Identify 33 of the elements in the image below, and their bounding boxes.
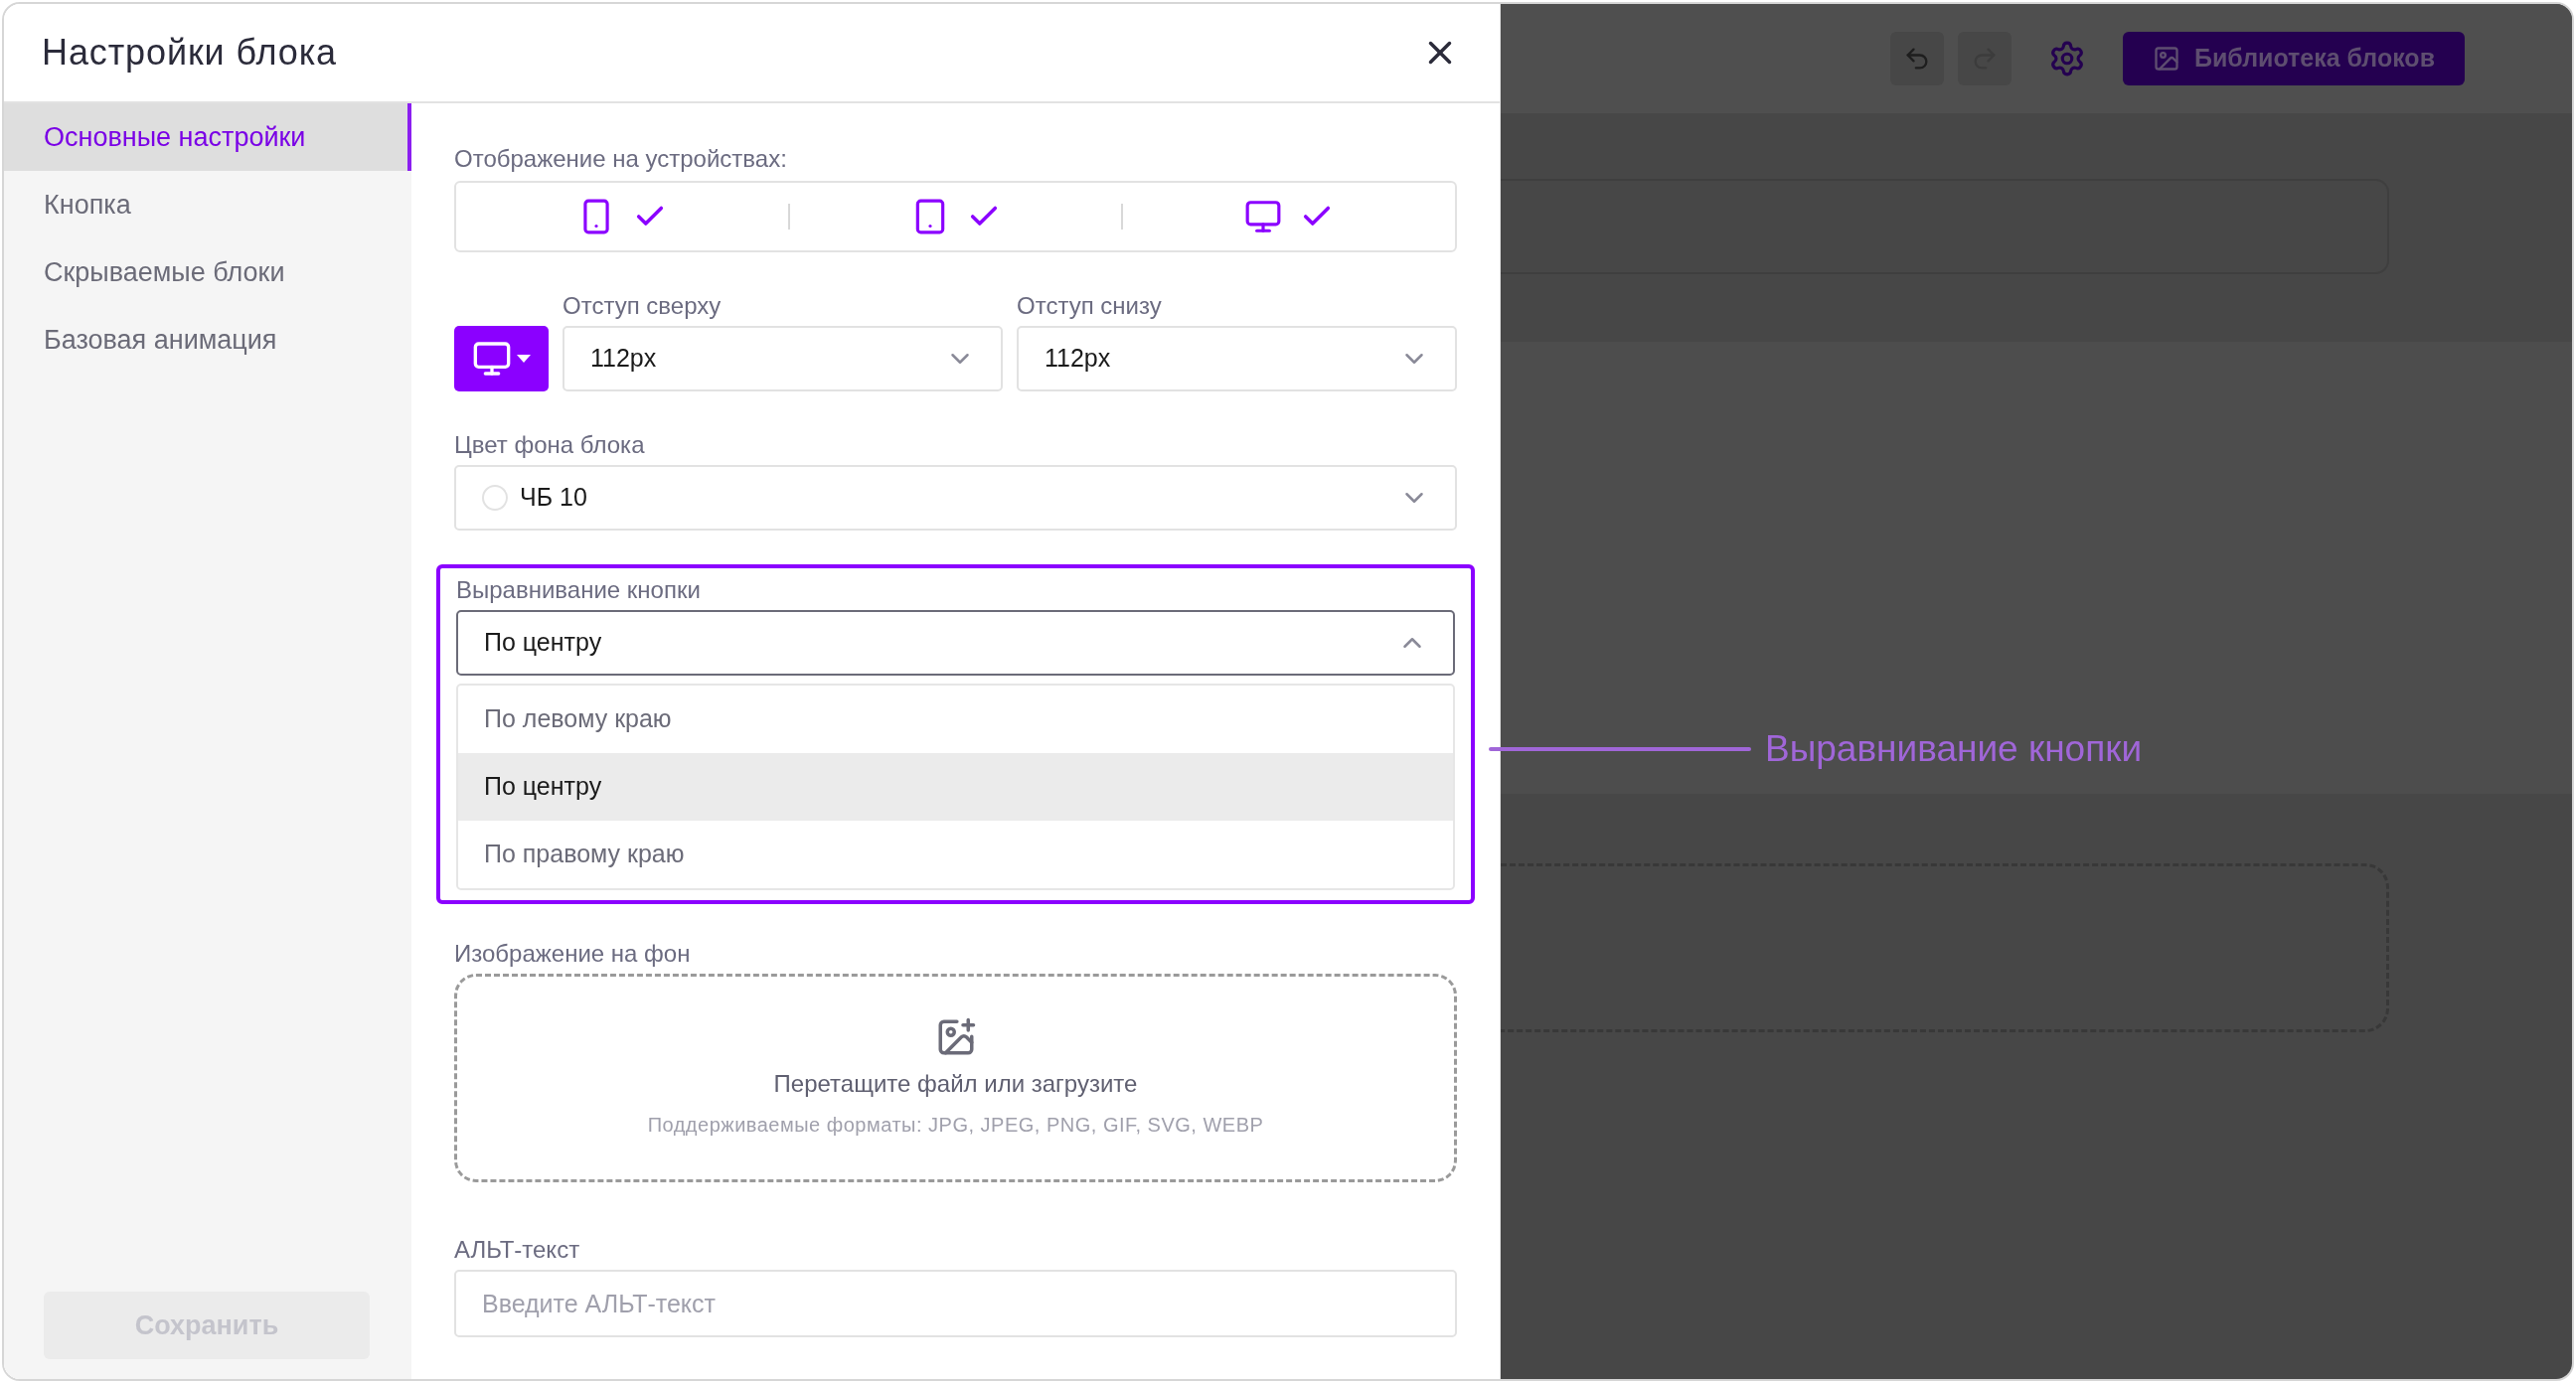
select-value: ЧБ 10 <box>520 482 587 514</box>
monitor-icon <box>471 339 512 379</box>
upload-dropzone[interactable]: Перетащите файл или загрузите Поддерживаемые форматы: JPG, JPEG, PNG, GIF, SVG, WEBP <box>454 974 1457 1182</box>
padding-select[interactable]: 112px <box>563 326 1003 391</box>
dropdown-option[interactable]: По левому краю <box>458 686 1453 753</box>
sidebar-item[interactable]: Кнопка <box>4 171 411 238</box>
panel-title: Настройки блока <box>42 31 338 75</box>
sidebar-item[interactable]: Базовая анимация <box>4 306 411 374</box>
select-value: 112px <box>1045 343 1111 375</box>
device-picker-button[interactable] <box>454 326 549 391</box>
select-value: 112px <box>590 343 657 375</box>
field-label: Изображение на фон <box>454 940 691 967</box>
sidebar-item[interactable]: Основные настройки <box>4 103 411 171</box>
field-label: Отступ сверху <box>563 291 723 321</box>
field-label: Выравнивание кнопки <box>456 575 702 605</box>
alt-text-field[interactable]: Введите АЛЬТ-текст <box>454 1270 1457 1337</box>
image-icon <box>2152 45 2180 73</box>
monitor-icon <box>1244 198 1283 235</box>
field-label: Отступ снизу <box>1017 291 1163 321</box>
dropdown-option[interactable]: По правому краю <box>458 821 1453 888</box>
caret-icon <box>515 354 532 364</box>
color-select[interactable]: ЧБ 10 <box>454 465 1457 531</box>
format-hint: Поддерживаемые форматы: JPG, JPEG, PNG, GIF, SVG, WEBP <box>647 1113 1264 1138</box>
alignment-select[interactable]: По центру <box>456 610 1455 676</box>
select-value: По центру <box>484 627 602 659</box>
field-label: АЛЬТ-текст <box>454 1236 580 1263</box>
upload-prompt: Перетащите файл или загрузите <box>773 1069 1138 1099</box>
field-label: Отображение на устройствах: <box>454 144 788 174</box>
sidebar-item[interactable]: Скрываемые блоки <box>4 238 411 306</box>
callout-label: Выравнивание кнопки <box>1765 727 2143 771</box>
field-label: Цвет фона блока <box>454 431 645 458</box>
dropdown-option[interactable]: По центру <box>458 753 1453 821</box>
padding-select[interactable]: 112px <box>1017 326 1457 391</box>
